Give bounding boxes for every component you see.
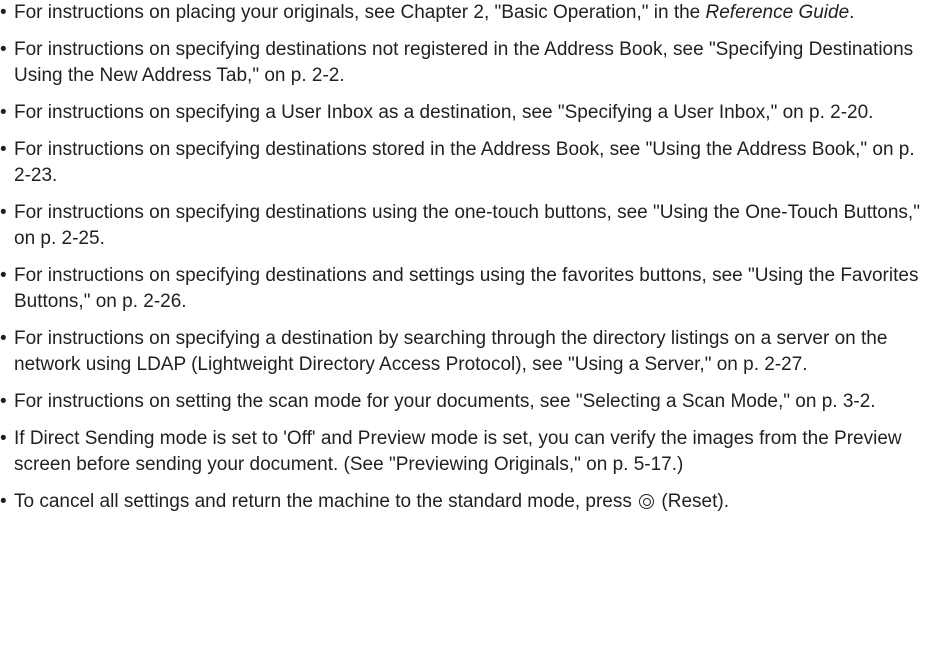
document-page: • For instructions on placing your origi… xyxy=(0,0,932,662)
note-text: For instructions on specifying a User In… xyxy=(14,102,874,123)
note-text: To cancel all settings and return the ma… xyxy=(14,491,638,512)
reference-guide-title: Reference Guide xyxy=(705,2,850,23)
bullet: • xyxy=(0,139,7,160)
note-text: If Direct Sending mode is set to 'Off' a… xyxy=(14,428,902,475)
note-text: For instructions on specifying destinati… xyxy=(14,139,915,186)
list-item: • For instructions on specifying a User … xyxy=(0,100,932,126)
bullet: • xyxy=(0,391,7,412)
note-text: For instructions on specifying a destina… xyxy=(14,328,888,375)
note-text: For instructions on specifying destinati… xyxy=(14,265,919,312)
note-text: For instructions on specifying destinati… xyxy=(14,39,914,86)
note-text: For instructions on setting the scan mod… xyxy=(14,391,876,412)
list-item: • For instructions on specifying a desti… xyxy=(0,326,932,378)
bullet: • xyxy=(0,202,7,223)
bullet: • xyxy=(0,491,7,512)
note-text-end: . xyxy=(849,2,855,23)
notes-list: • For instructions on placing your origi… xyxy=(0,0,932,526)
bullet: • xyxy=(0,265,7,286)
note-text: For instructions on placing your origina… xyxy=(14,2,706,23)
bullet: • xyxy=(0,428,7,449)
bullet: • xyxy=(0,39,7,60)
note-text: For instructions on specifying destinati… xyxy=(14,202,920,249)
list-item: • For instructions on specifying destina… xyxy=(0,263,932,315)
list-item: • For instructions on specifying destina… xyxy=(0,200,932,252)
list-item: • For instructions on setting the scan m… xyxy=(0,389,932,415)
bullet: • xyxy=(0,102,7,123)
note-text-end: (Reset). xyxy=(656,491,729,512)
bullet: • xyxy=(0,328,7,349)
reset-key-icon xyxy=(639,494,655,509)
list-item: • To cancel all settings and return the … xyxy=(0,489,932,515)
bullet: • xyxy=(0,2,7,23)
list-item: • For instructions on placing your origi… xyxy=(0,0,932,26)
list-item: • For instructions on specifying destina… xyxy=(0,37,932,89)
list-item: • For instructions on specifying destina… xyxy=(0,137,932,189)
list-item: • If Direct Sending mode is set to 'Off'… xyxy=(0,426,932,478)
